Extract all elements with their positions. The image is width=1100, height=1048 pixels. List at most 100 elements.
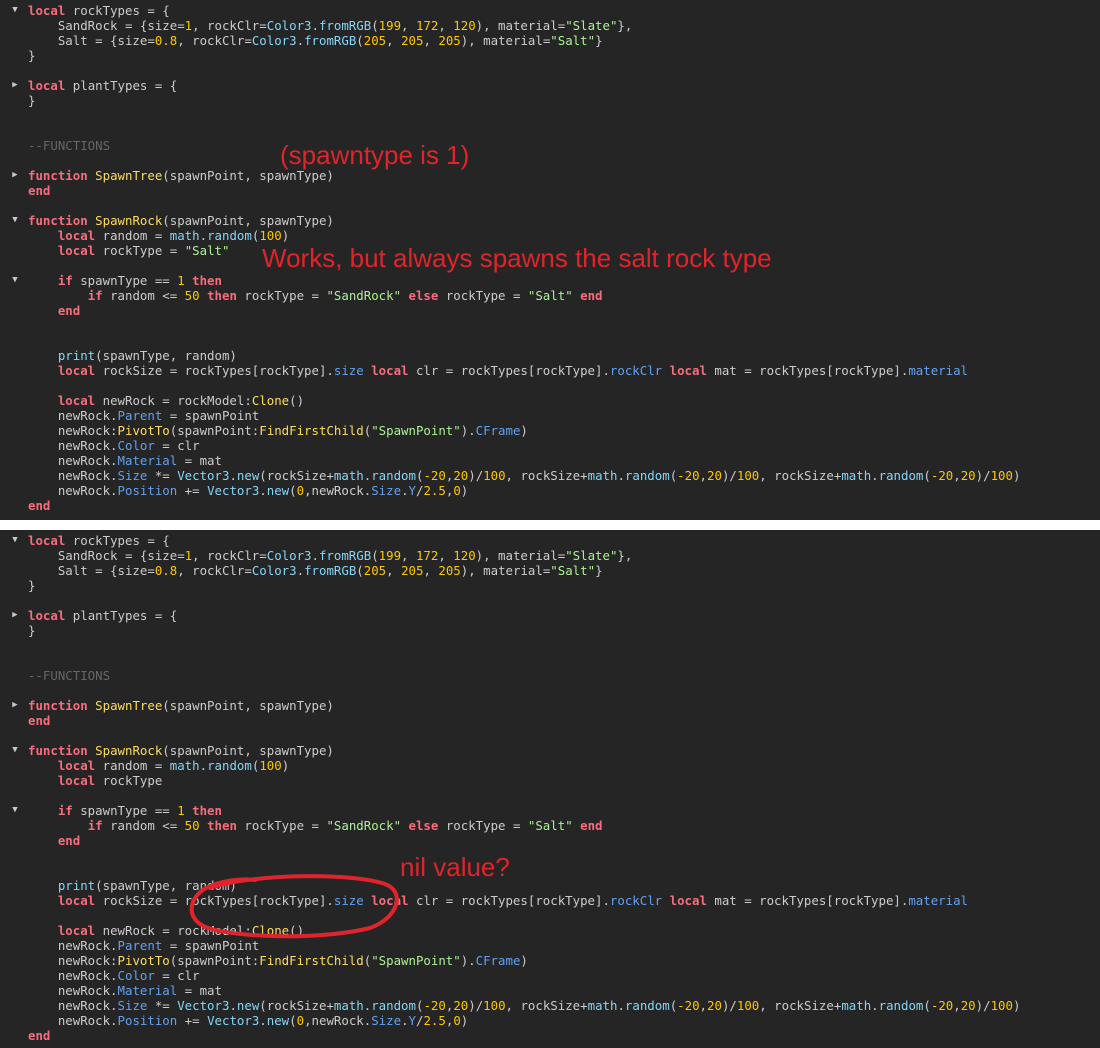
code-token: , rockClr=: [192, 18, 267, 33]
code-token: (spawnPoint:: [169, 953, 260, 968]
property-token: Color: [117, 968, 155, 983]
keyword-token: local: [669, 363, 707, 378]
string-token: "Slate": [565, 18, 618, 33]
code-token: }: [28, 48, 36, 63]
code-text: local random = math.random(100): [28, 758, 289, 773]
code-token: ,: [401, 18, 416, 33]
code-editor-top[interactable]: end newRock.Position += Vector3.new(0,ne…: [0, 0, 1100, 520]
code-editor-bottom[interactable]: end newRock.Position += Vector3.new(0,ne…: [0, 530, 1100, 1048]
chevron-down-icon[interactable]: ▼: [10, 533, 20, 548]
code-token: ).: [460, 423, 476, 438]
code-token: newRock.: [28, 968, 118, 983]
number-token: 205: [401, 563, 424, 578]
code-token: plantTypes = {: [65, 78, 178, 93]
property-token: rockClr: [609, 363, 663, 378]
number-token: 205: [363, 563, 387, 578]
code-token: )/: [721, 468, 737, 483]
keyword-token: end: [580, 288, 603, 303]
property-token: Y: [408, 483, 416, 498]
code-token: )/: [975, 998, 991, 1013]
number-token: 100: [259, 758, 282, 773]
chevron-down-icon[interactable]: ▼: [10, 743, 20, 758]
code-token: rockType =: [438, 288, 528, 303]
function-token: SpawnRock: [95, 213, 163, 228]
string-token: "Salt": [550, 563, 596, 578]
code-token: ,: [423, 563, 439, 578]
builtin-token: Vector3: [207, 483, 260, 498]
builtin-token: fromRGB: [304, 563, 357, 578]
code-token: newRock.: [28, 438, 118, 453]
builtin-token: Vector3: [177, 468, 230, 483]
code-token: SandRock = {size=: [28, 548, 185, 563]
chevron-down-icon[interactable]: ▼: [10, 3, 20, 18]
number-token: 205: [438, 563, 461, 578]
number-token: 199: [378, 18, 402, 33]
code-text: newRock.Size *= Vector3.new(rockSize+mat…: [28, 468, 1021, 483]
builtin-token: print: [57, 878, 96, 893]
string-token: "SandRock": [326, 288, 402, 303]
string-token: "Salt": [527, 818, 573, 833]
number-token: 100: [736, 468, 760, 483]
builtin-token: random: [624, 998, 670, 1013]
code-token: .: [229, 998, 237, 1013]
number-token: -20: [423, 998, 446, 1013]
code-token: +=: [177, 483, 208, 498]
chevron-right-icon[interactable]: ▶: [10, 608, 20, 623]
code-text: end: [28, 713, 50, 728]
keyword-token: else: [408, 288, 439, 303]
code-token: },: [617, 548, 633, 563]
code-token: newRock.: [28, 998, 118, 1013]
code-text: end: [28, 833, 80, 848]
property-token: Parent: [117, 938, 163, 953]
number-token: 50: [184, 818, 200, 833]
code-text: local plantTypes = {: [28, 608, 177, 623]
keyword-token: local: [28, 3, 66, 18]
code-token: ): [1012, 998, 1021, 1013]
number-token: -20: [423, 468, 446, 483]
number-token: 172: [415, 548, 439, 563]
code-token: ,newRock.: [304, 1013, 372, 1028]
chevron-right-icon[interactable]: ▶: [10, 698, 20, 713]
code-text: newRock.Size *= Vector3.new(rockSize+mat…: [28, 998, 1021, 1013]
chevron-right-icon[interactable]: ▶: [10, 78, 20, 93]
code-token: clr = rockTypes[rockType].: [408, 893, 610, 908]
builtin-token: new: [266, 1013, 290, 1028]
builtin-token: fromRGB: [304, 33, 357, 48]
chevron-down-icon[interactable]: ▼: [10, 273, 20, 288]
code-token: newRock.: [28, 938, 118, 953]
code-token: newRock.: [28, 408, 118, 423]
chevron-down-icon[interactable]: ▼: [10, 213, 20, 228]
code-token: .: [617, 468, 625, 483]
code-token: ), material=: [475, 548, 566, 563]
chevron-down-icon[interactable]: ▼: [10, 803, 20, 818]
number-token: 100: [736, 998, 760, 1013]
code-token: random <=: [102, 288, 185, 303]
builtin-token: math: [841, 468, 872, 483]
builtin-token: Vector3: [177, 998, 230, 1013]
property-token: material: [908, 893, 969, 908]
builtin-token: Color3: [251, 563, 297, 578]
code-text: newRock.Position += Vector3.new(0,newRoc…: [28, 1013, 468, 1028]
function-token: PivotTo: [117, 423, 170, 438]
keyword-token: if: [57, 273, 73, 288]
code-token: (spawnPoint, spawnType): [162, 213, 334, 228]
chevron-right-icon[interactable]: ▶: [10, 168, 20, 183]
code-token: ): [460, 1013, 469, 1028]
builtin-token: Color3: [251, 33, 297, 48]
keyword-token: if: [87, 818, 103, 833]
code-token: , rockClr=: [177, 33, 252, 48]
number-token: 0: [453, 483, 461, 498]
builtin-token: math: [587, 998, 618, 1013]
number-token: 120: [453, 548, 476, 563]
code-token: ,: [699, 998, 708, 1013]
